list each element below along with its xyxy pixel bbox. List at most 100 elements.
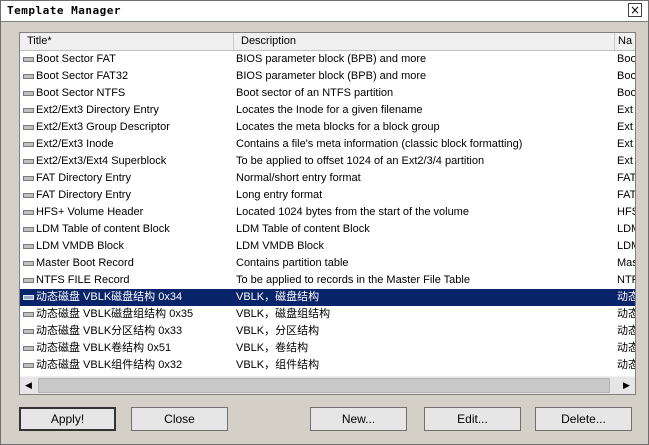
template-icon — [23, 142, 34, 147]
row-description: Contains partition table — [236, 257, 349, 269]
row-title: FAT Directory Entry — [36, 189, 131, 201]
list-item[interactable]: HFS+ Volume Header Located 1024 bytes fro… — [20, 204, 635, 221]
row-name: Mas — [617, 257, 636, 269]
row-description: VBLK，磁盘结构 — [236, 291, 320, 303]
row-description: To be applied to records in the Master F… — [236, 274, 470, 286]
row-name: Ext — [617, 155, 633, 167]
template-icon — [23, 57, 34, 62]
template-list[interactable]: Title* Description Na Boot Sector FAT BIO… — [19, 32, 636, 395]
title-bar[interactable]: Template Manager × — [1, 1, 648, 22]
list-item[interactable]: 动态磁盘 VBLK卷结构 0x51 VBLK，卷结构 动态 — [20, 340, 635, 357]
row-description: Boot sector of an NTFS partition — [236, 87, 394, 99]
template-icon — [23, 91, 34, 96]
template-icon — [23, 261, 34, 266]
list-item[interactable]: 动态磁盘 VBLK分区结构 0x33 VBLK，分区结构 动态 — [20, 323, 635, 340]
template-icon — [23, 227, 34, 232]
row-title: FAT Directory Entry — [36, 172, 131, 184]
row-title: HFS+ Volume Header — [36, 206, 144, 218]
row-title: LDM VMDB Block — [36, 240, 125, 252]
column-header-description[interactable]: Description — [234, 33, 615, 50]
row-description: VBLK，卷结构 — [236, 342, 309, 354]
edit-button[interactable]: Edit... — [424, 407, 521, 431]
row-description: LDM Table of content Block — [236, 223, 370, 235]
template-icon — [23, 295, 34, 300]
row-description: Long entry format — [236, 189, 323, 201]
row-description: Normal/short entry format — [236, 172, 361, 184]
template-icon — [23, 74, 34, 79]
row-name: 动态 — [617, 342, 635, 354]
scroll-left-arrow-icon[interactable]: ◀ — [20, 377, 37, 394]
row-title: Boot Sector NTFS — [36, 87, 126, 99]
row-name: LDM — [617, 240, 635, 252]
row-description: Locates the Inode for a given filename — [236, 104, 423, 116]
template-icon — [23, 278, 34, 283]
list-item[interactable]: Boot Sector NTFS Boot sector of an NTFS p… — [20, 85, 635, 102]
row-description: VBLK，组件结构 — [236, 359, 320, 371]
list-item[interactable]: Boot Sector FAT32 BIOS parameter block (B… — [20, 68, 635, 85]
template-icon — [23, 176, 34, 181]
list-item[interactable]: Boot Sector FAT BIOS parameter block (BPB… — [20, 51, 635, 68]
row-name: 动态 — [617, 308, 635, 320]
row-title: 动态磁盘 VBLK磁盘结构 0x34 — [36, 291, 183, 303]
list-item[interactable]: Ext2/Ext3 Group Descriptor Locates the me… — [20, 119, 635, 136]
row-title: Ext2/Ext3/Ext4 Superblock — [36, 155, 167, 167]
row-name: 动态 — [617, 325, 635, 337]
row-name: Ext — [617, 121, 633, 133]
template-icon — [23, 244, 34, 249]
row-title: 动态磁盘 VBLK组件结构 0x32 — [36, 359, 183, 371]
new-button[interactable]: New... — [310, 407, 407, 431]
row-description: BIOS parameter block (BPB) and more — [236, 70, 427, 82]
template-icon — [23, 193, 34, 198]
row-name: Boo — [617, 87, 636, 99]
row-title: Boot Sector FAT32 — [36, 70, 129, 82]
row-title: 动态磁盘 VBLK分区结构 0x33 — [36, 325, 183, 337]
row-description: VBLK，分区结构 — [236, 325, 320, 337]
row-name: Boo — [617, 53, 636, 65]
list-item[interactable]: Master Boot Record Contains partition tab… — [20, 255, 635, 272]
row-name: 动态 — [617, 291, 635, 303]
row-name: NTF — [617, 274, 635, 286]
row-title: Boot Sector FAT — [36, 53, 116, 65]
row-description: Locates the meta blocks for a block grou… — [236, 121, 440, 133]
row-name: HFS — [617, 206, 635, 218]
list-item[interactable]: Ext2/Ext3 Directory Entry Locates the Ino… — [20, 102, 635, 119]
row-description: BIOS parameter block (BPB) and more — [236, 53, 427, 65]
list-item[interactable]: Ext2/Ext3/Ext4 Superblock To be applied t… — [20, 153, 635, 170]
row-name: LDM — [617, 223, 635, 235]
list-item[interactable]: Ext2/Ext3 Inode Contains a file's meta in… — [20, 136, 635, 153]
delete-button[interactable]: Delete... — [535, 407, 632, 431]
list-item[interactable]: LDM VMDB Block LDM VMDB Block LDM — [20, 238, 635, 255]
list-item[interactable]: NTFS FILE Record To be applied to records… — [20, 272, 635, 289]
list-item[interactable]: FAT Directory Entry Normal/short entry fo… — [20, 170, 635, 187]
row-title: LDM Table of content Block — [36, 223, 170, 235]
list-item[interactable]: LDM Table of content Block LDM Table of c… — [20, 221, 635, 238]
close-button[interactable]: Close — [131, 407, 228, 431]
template-manager-window: Template Manager × Title* Description Na… — [0, 0, 649, 445]
scrollbar-thumb[interactable] — [38, 378, 610, 393]
template-icon — [23, 346, 34, 351]
list-item[interactable]: FAT Directory Entry Long entry format FAT — [20, 187, 635, 204]
apply-button[interactable]: Apply! — [19, 407, 116, 431]
row-title: 动态磁盘 VBLK卷结构 0x51 — [36, 342, 172, 354]
template-icon — [23, 108, 34, 113]
close-window-button[interactable]: × — [628, 3, 642, 17]
row-description: LDM VMDB Block — [236, 240, 325, 252]
row-description: VBLK，磁盘组结构 — [236, 308, 331, 320]
horizontal-scrollbar[interactable]: ◀ ▶ — [20, 376, 635, 394]
row-title: Ext2/Ext3 Group Descriptor — [36, 121, 170, 133]
template-icon — [23, 159, 34, 164]
row-description: Contains a file's meta information (clas… — [236, 138, 523, 150]
list-item[interactable]: 动态磁盘 VBLK磁盘结构 0x34 VBLK，磁盘结构 动态 — [20, 289, 635, 306]
template-icon — [23, 125, 34, 130]
list-item[interactable]: 动态磁盘 VBLK磁盘组结构 0x35 VBLK，磁盘组结构 动态 — [20, 306, 635, 323]
column-header-title[interactable]: Title* — [20, 33, 234, 50]
column-header-name[interactable]: Na — [615, 33, 635, 50]
row-name: Ext — [617, 104, 633, 116]
template-icon — [23, 312, 34, 317]
scroll-right-arrow-icon[interactable]: ▶ — [618, 377, 635, 394]
window-title: Template Manager — [7, 4, 121, 17]
list-item[interactable]: 动态磁盘 VBLK组件结构 0x32 VBLK，组件结构 动态 — [20, 357, 635, 374]
template-icon — [23, 329, 34, 334]
row-name: 动态 — [617, 359, 635, 371]
row-title: Master Boot Record — [36, 257, 134, 269]
